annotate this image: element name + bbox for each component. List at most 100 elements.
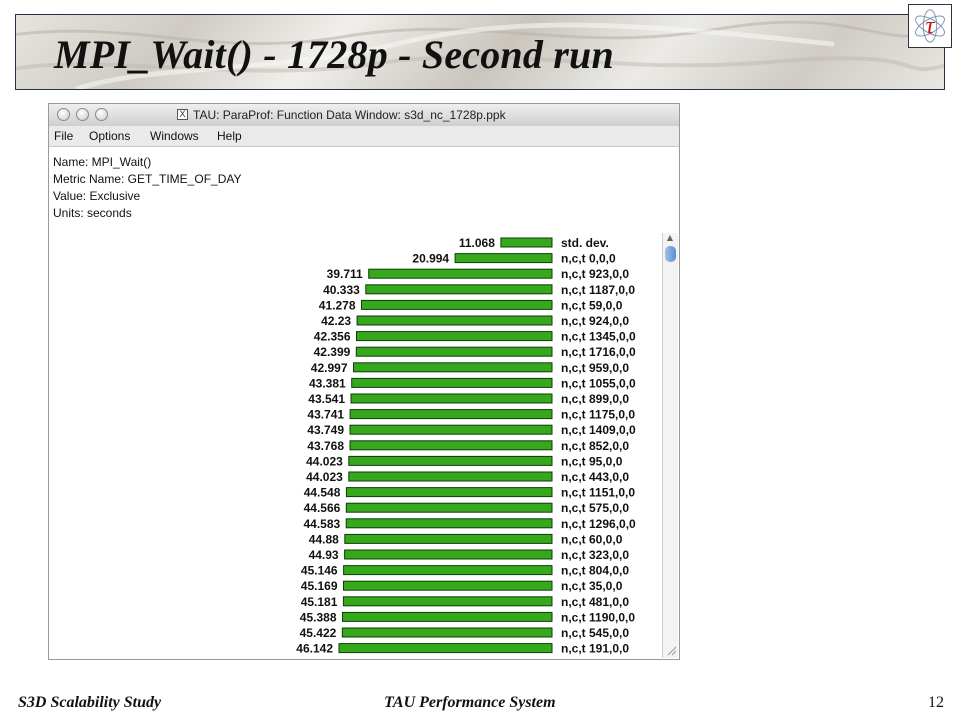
category-label: n,c,t 1190,0,0 [561, 610, 635, 624]
category-label: std. dev. [561, 236, 609, 250]
category-label: n,c,t 0,0,0 [561, 252, 616, 266]
bar[interactable] [344, 533, 553, 544]
bar[interactable] [356, 331, 553, 342]
value-label: 45.169 [301, 579, 338, 593]
bar[interactable] [368, 268, 553, 279]
category-label: n,c,t 35,0,0 [561, 579, 623, 593]
category-label: n,c,t 1409,0,0 [561, 423, 636, 437]
value-label: 41.278 [319, 298, 356, 312]
value-label: 44.566 [304, 501, 341, 515]
bar[interactable] [355, 346, 553, 357]
bar[interactable] [345, 487, 553, 498]
bar[interactable] [349, 409, 553, 420]
bar[interactable] [348, 455, 553, 466]
scroll-up-icon[interactable]: ▲ [665, 233, 675, 243]
menu-windows[interactable]: Windows [150, 129, 199, 143]
category-label: n,c,t 60,0,0 [561, 532, 623, 546]
value-label: 42.997 [311, 361, 348, 375]
bar[interactable] [345, 518, 553, 529]
bar[interactable] [341, 627, 553, 638]
bar[interactable] [342, 611, 553, 622]
value-label: 44.023 [306, 470, 343, 484]
category-label: n,c,t 852,0,0 [561, 439, 629, 453]
minimize-window-button[interactable] [76, 108, 89, 121]
value-label: 43.768 [307, 439, 344, 453]
units: Units: seconds [53, 206, 132, 220]
category-label: n,c,t 923,0,0 [561, 267, 629, 281]
bar[interactable] [349, 440, 553, 451]
value-label: 44.88 [309, 532, 339, 546]
slide-title: MPI_Wait() - 1728p - Second run [54, 32, 614, 77]
value-label: 43.381 [309, 376, 346, 390]
value-label: 43.741 [307, 408, 344, 422]
category-label: n,c,t 1175,0,0 [561, 408, 635, 422]
bar[interactable] [351, 377, 553, 388]
tau-glyph: τ [926, 13, 936, 40]
menu-help[interactable]: Help [217, 129, 242, 143]
value-label: 44.548 [304, 486, 341, 500]
bar[interactable] [343, 580, 553, 591]
function-name: Name: MPI_Wait() [53, 155, 152, 169]
category-label: n,c,t 1151,0,0 [561, 486, 635, 500]
category-label: n,c,t 191,0,0 [561, 642, 629, 656]
value-label: 42.356 [314, 330, 351, 344]
bar[interactable] [500, 237, 553, 248]
category-label: n,c,t 1345,0,0 [561, 330, 636, 344]
category-label: n,c,t 959,0,0 [561, 361, 629, 375]
bar[interactable] [361, 299, 553, 310]
bar[interactable] [454, 253, 553, 264]
bar[interactable] [353, 362, 553, 373]
bar[interactable] [342, 596, 553, 607]
zoom-window-button[interactable] [95, 108, 108, 121]
bar[interactable] [338, 643, 553, 654]
bar[interactable] [345, 502, 553, 513]
category-label: n,c,t 545,0,0 [561, 626, 629, 640]
category-label: n,c,t 899,0,0 [561, 392, 629, 406]
bar[interactable] [343, 565, 553, 576]
close-window-button[interactable] [57, 108, 70, 121]
window-titlebar[interactable]: X TAU: ParaProf: Function Data Window: s… [49, 104, 679, 127]
value-label: 42.399 [314, 345, 351, 359]
function-data-window: X TAU: ParaProf: Function Data Window: s… [48, 103, 680, 660]
scroll-thumb[interactable] [665, 246, 676, 262]
category-label: n,c,t 575,0,0 [561, 501, 629, 515]
function-info: Name: MPI_Wait() Metric Name: GET_TIME_O… [53, 154, 241, 222]
value-label: 45.146 [301, 564, 338, 578]
category-label: n,c,t 1716,0,0 [561, 345, 636, 359]
bar[interactable] [365, 284, 553, 295]
bar[interactable] [348, 471, 553, 482]
category-label: n,c,t 1296,0,0 [561, 517, 636, 531]
category-label: n,c,t 1055,0,0 [561, 376, 636, 390]
vertical-scrollbar[interactable]: ▲ [662, 233, 678, 658]
value-label: 46.142 [296, 642, 333, 656]
category-label: n,c,t 481,0,0 [561, 595, 629, 609]
tau-logo: τ [908, 4, 952, 48]
bar[interactable] [344, 549, 553, 560]
category-label: n,c,t 443,0,0 [561, 470, 629, 484]
value-label: 43.541 [308, 392, 345, 406]
resize-grip-icon[interactable] [665, 644, 677, 656]
value-label: 40.333 [323, 283, 360, 297]
category-label: n,c,t 59,0,0 [561, 298, 623, 312]
footer-center: TAU Performance System [384, 694, 556, 711]
x11-icon: X [177, 109, 188, 120]
value-label: 11.068 [459, 236, 495, 250]
category-label: n,c,t 804,0,0 [561, 564, 629, 578]
window-title: TAU: ParaProf: Function Data Window: s3d… [193, 108, 506, 122]
menu-options[interactable]: Options [89, 129, 130, 143]
bar[interactable] [349, 424, 553, 435]
metric-name: Metric Name: GET_TIME_OF_DAY [53, 172, 242, 186]
value-label: 44.023 [306, 454, 343, 468]
title-banner: MPI_Wait() - 1728p - Second run [15, 14, 945, 90]
value-label: 43.749 [307, 423, 344, 437]
category-label: n,c,t 323,0,0 [561, 548, 629, 562]
category-label: n,c,t 95,0,0 [561, 454, 623, 468]
value-label: 44.93 [309, 548, 339, 562]
value-label: 20.994 [412, 252, 449, 266]
bar[interactable] [350, 393, 553, 404]
category-label: n,c,t 924,0,0 [561, 314, 629, 328]
bar[interactable] [356, 315, 553, 326]
category-label: n,c,t 1187,0,0 [561, 283, 635, 297]
menu-file[interactable]: File [54, 129, 73, 143]
value-label: 45.181 [301, 595, 338, 609]
